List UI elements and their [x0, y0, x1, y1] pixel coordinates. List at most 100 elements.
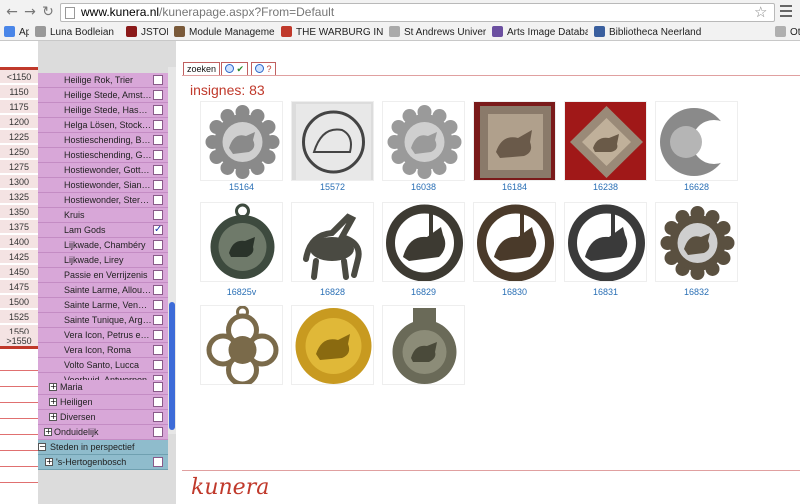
timeline-year[interactable]: 1475 [0, 280, 38, 294]
category-item[interactable]: Sainte Larme, Allouagne [38, 283, 168, 298]
category-checkbox[interactable] [153, 427, 163, 437]
category-checkbox[interactable] [153, 270, 163, 280]
badge-thumbnail[interactable] [473, 202, 556, 282]
category-checkbox[interactable] [153, 397, 163, 407]
category-checkbox[interactable] [153, 75, 163, 85]
badge-thumbnail[interactable] [382, 101, 465, 181]
category-group[interactable]: + Diversen [38, 410, 168, 425]
badge-thumbnail[interactable] [655, 101, 738, 181]
category-item[interactable]: Passie en Verrijzenis [38, 268, 168, 283]
category-checkbox[interactable] [153, 345, 163, 355]
bookmark-item[interactable]: Arts Image Database [492, 26, 588, 40]
timeline-year[interactable]: 1375 [0, 220, 38, 234]
category-checkbox[interactable] [153, 412, 163, 422]
badge-id-link[interactable]: 16829 [382, 287, 465, 297]
badge-id-link[interactable]: 16830 [473, 287, 556, 297]
category-checkbox[interactable] [153, 150, 163, 160]
category-item[interactable]: Hostiewonder, Sianów [38, 178, 168, 193]
tab-help[interactable]: ? [251, 62, 276, 76]
category-item[interactable]: Helga Lösen, Stockholm [38, 118, 168, 133]
timeline-year[interactable]: 1425 [0, 250, 38, 264]
timeline-year[interactable]: 1225 [0, 130, 38, 144]
timeline-year[interactable]: 1150 [0, 85, 38, 99]
badge-thumbnail[interactable] [564, 202, 647, 282]
badge-id-link[interactable]: 16825v [200, 287, 283, 297]
badge-thumbnail[interactable] [200, 305, 283, 385]
category-item[interactable]: Hostieschending, Güstro [38, 148, 168, 163]
category-checkbox[interactable] [153, 330, 163, 340]
timeline-year[interactable]: <1150 [0, 70, 38, 84]
tab-search[interactable]: zoeken [183, 62, 221, 76]
category-item[interactable]: Kruis [38, 208, 168, 223]
category-checkbox[interactable] [153, 120, 163, 130]
timeline-year[interactable]: 1500 [0, 295, 38, 309]
category-checkbox[interactable] [153, 382, 163, 392]
badge-id-link[interactable]: 16828 [291, 287, 374, 297]
badge-id-link[interactable]: 16038 [382, 182, 465, 192]
places-section[interactable]: − Steden in perspectief [38, 440, 168, 455]
bookmark-item[interactable]: THE WARBURG INSTI [281, 26, 383, 40]
timeline-year[interactable]: 1350 [0, 205, 38, 219]
bookmark-star-icon[interactable]: ☆ [754, 3, 767, 21]
address-bar[interactable]: www.kunera.nl/kunerapage.aspx?From=Defau… [60, 3, 775, 22]
badge-id-link[interactable]: 16831 [564, 287, 647, 297]
category-group[interactable]: + Onduidelijk [38, 425, 168, 440]
bookmark-item[interactable]: JSTOR [126, 26, 168, 40]
badge-thumbnail[interactable] [291, 101, 374, 181]
category-item[interactable]: Heilige Stede, Hasselt [38, 103, 168, 118]
places-item[interactable]: +'s-Hertogenbosch [38, 455, 168, 470]
badge-thumbnail[interactable] [291, 202, 374, 282]
expand-icon[interactable]: + [49, 383, 57, 391]
category-item[interactable]: Lijkwade, Chambéry [38, 238, 168, 253]
category-item[interactable]: Lam Gods [38, 223, 168, 238]
bookmark-item[interactable]: Bibliotheca Neerland [594, 26, 769, 40]
collapse-icon[interactable]: − [38, 443, 46, 451]
expand-icon[interactable]: + [49, 398, 57, 406]
badge-id-link[interactable]: 16832 [655, 287, 738, 297]
badge-thumbnail[interactable] [473, 101, 556, 181]
category-item[interactable]: Heilige Stede, Amsterdam [38, 88, 168, 103]
timeline-year[interactable]: 1400 [0, 235, 38, 249]
category-item[interactable]: Lijkwade, Lirey [38, 253, 168, 268]
badge-id-link[interactable]: 16238 [564, 182, 647, 192]
badge-id-link[interactable]: 15164 [200, 182, 283, 192]
category-item[interactable]: Sainte Tunique, Argenteuil [38, 313, 168, 328]
badge-thumbnail[interactable] [382, 202, 465, 282]
places-checkbox[interactable] [153, 457, 163, 467]
badge-thumbnail[interactable] [200, 202, 283, 282]
timeline-year[interactable]: 1175 [0, 100, 38, 114]
category-checkbox[interactable] [153, 240, 163, 250]
badge-thumbnail[interactable] [200, 101, 283, 181]
category-checkbox[interactable] [153, 180, 163, 190]
category-checkbox[interactable] [153, 315, 163, 325]
category-group[interactable]: + Heiligen [38, 395, 168, 410]
bookmark-item[interactable]: Oth [775, 26, 800, 40]
timeline-year[interactable]: 1450 [0, 265, 38, 279]
bookmark-item[interactable]: Module Management [174, 26, 275, 40]
category-group[interactable]: + Maria [38, 380, 168, 395]
timeline-year[interactable]: 1200 [0, 115, 38, 129]
timeline-year[interactable]: 1525 [0, 310, 38, 324]
category-item[interactable]: Hostieschending, Biombe [38, 133, 168, 148]
forward-arrow-icon[interactable]: → [22, 4, 38, 20]
category-checkbox[interactable] [153, 135, 163, 145]
bookmark-item[interactable]: Apps [4, 26, 29, 40]
category-checkbox[interactable] [153, 165, 163, 175]
category-item[interactable]: Sainte Larme, Vendôme [38, 298, 168, 313]
badge-thumbnail[interactable] [655, 202, 738, 282]
category-item[interactable]: Hostiewonder, Gottsbüre [38, 163, 168, 178]
badge-id-link[interactable]: 16628 [655, 182, 738, 192]
badge-id-link[interactable]: 15572 [291, 182, 374, 192]
tab-check[interactable]: ✔ [221, 62, 249, 76]
back-arrow-icon[interactable]: ← [4, 4, 20, 20]
badge-thumbnail[interactable] [291, 305, 374, 385]
category-checkbox[interactable] [153, 255, 163, 265]
timeline-year[interactable]: 1300 [0, 175, 38, 189]
expand-icon[interactable]: + [44, 428, 52, 436]
reload-icon[interactable]: ↻ [40, 4, 56, 20]
expand-icon[interactable]: + [45, 458, 53, 466]
category-checkbox[interactable] [153, 90, 163, 100]
category-checkbox[interactable] [153, 210, 163, 220]
category-checkbox[interactable] [153, 195, 163, 205]
expand-icon[interactable]: + [49, 413, 57, 421]
